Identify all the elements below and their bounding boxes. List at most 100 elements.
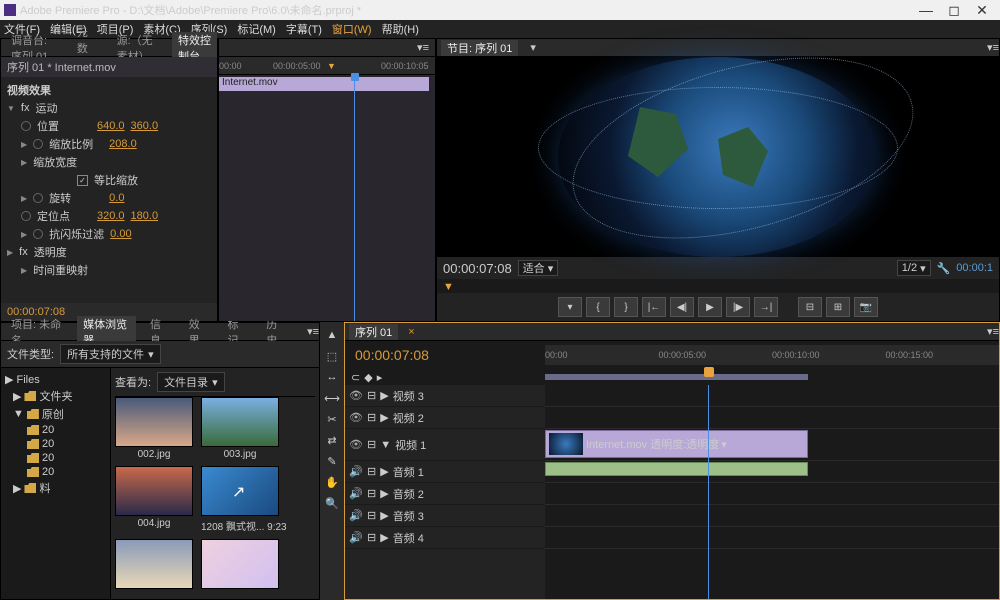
stopwatch-icon[interactable] bbox=[21, 211, 31, 221]
tab-sequence[interactable]: 序列 01 bbox=[349, 324, 398, 340]
go-to-out-button[interactable]: →| bbox=[754, 297, 778, 317]
menu-subtitle[interactable]: 字幕(T) bbox=[286, 21, 322, 37]
tree-item[interactable]: 原创 bbox=[42, 406, 64, 422]
go-to-in-button[interactable]: |← bbox=[642, 297, 666, 317]
timeline-ruler[interactable]: 00:00 00:00:05:00 00:00:10:00 00:00:15:0… bbox=[545, 345, 999, 365]
motion-label[interactable]: 运动 bbox=[35, 100, 89, 116]
program-timecode[interactable]: 00:00:07:08 bbox=[443, 261, 512, 276]
speaker-icon[interactable]: 🔊 bbox=[349, 509, 363, 522]
collapse-icon[interactable]: ⊟ bbox=[367, 465, 376, 478]
uniform-scale-checkbox[interactable]: ✓ bbox=[77, 175, 88, 186]
panel-menu-icon[interactable]: ▾≡ bbox=[307, 325, 319, 338]
collapse-icon[interactable]: ⊟ bbox=[367, 389, 376, 402]
slip-tool[interactable]: ⇄ bbox=[323, 431, 341, 449]
tree-item[interactable]: 20 bbox=[42, 452, 54, 464]
fit-dropdown[interactable]: 适合▾ bbox=[518, 260, 559, 276]
tree-item[interactable]: 料 bbox=[39, 480, 50, 496]
resolution-dropdown[interactable]: 1/2▾ bbox=[897, 260, 931, 276]
panel-menu-icon[interactable]: ▾≡ bbox=[987, 325, 999, 338]
position-x[interactable]: 640.0 bbox=[97, 120, 125, 132]
program-viewport[interactable] bbox=[437, 57, 999, 257]
speaker-icon[interactable]: 🔊 bbox=[349, 531, 363, 544]
anchor-x[interactable]: 320.0 bbox=[97, 210, 125, 222]
keyframe-clip[interactable]: Internet.mov bbox=[219, 77, 429, 91]
timeline-timecode[interactable]: 00:00:07:08 bbox=[345, 341, 545, 369]
marker-button[interactable]: ▾ bbox=[558, 297, 582, 317]
audio-clip[interactable] bbox=[545, 462, 808, 476]
tree-item[interactable]: 文件夹 bbox=[39, 388, 72, 404]
folder-tree[interactable]: ▶Files ▶文件夹 ▼原创 20 20 20 20 ▶料 bbox=[1, 368, 111, 599]
position-y[interactable]: 360.0 bbox=[131, 120, 159, 132]
razor-tool[interactable]: ✂ bbox=[323, 410, 341, 428]
collapse-icon[interactable]: ⊟ bbox=[367, 509, 376, 522]
in-point-button[interactable]: { bbox=[586, 297, 610, 317]
media-thumb[interactable]: 002.jpg bbox=[115, 397, 193, 460]
selection-tool[interactable]: ▲ bbox=[323, 326, 341, 344]
stopwatch-icon[interactable] bbox=[33, 193, 43, 203]
eye-icon[interactable]: 👁 bbox=[349, 389, 363, 402]
media-thumb[interactable]: ↗1208 飘式视... 9:23 bbox=[201, 466, 287, 533]
in-marker-icon[interactable]: ▼ bbox=[443, 281, 454, 293]
step-back-button[interactable]: ◀| bbox=[670, 297, 694, 317]
zoom-tool[interactable]: 🔍 bbox=[323, 494, 341, 512]
collapse-icon[interactable]: ⊟ bbox=[367, 487, 376, 500]
scale-value[interactable]: 208.0 bbox=[109, 138, 137, 150]
speaker-icon[interactable]: 🔊 bbox=[349, 465, 363, 478]
step-forward-button[interactable]: |▶ bbox=[726, 297, 750, 317]
pen-tool[interactable]: ✎ bbox=[323, 452, 341, 470]
hand-tool[interactable]: ✋ bbox=[323, 473, 341, 491]
marker-icon[interactable]: ◆ bbox=[364, 371, 372, 384]
panel-menu-icon[interactable]: ▾≡ bbox=[417, 41, 429, 54]
tree-item[interactable]: Files bbox=[16, 374, 39, 386]
eye-icon[interactable]: 👁 bbox=[349, 411, 363, 424]
viewas-dropdown[interactable]: 文件目录▾ bbox=[157, 372, 225, 392]
lift-button[interactable]: ⊟ bbox=[798, 297, 822, 317]
media-thumb[interactable]: 003.jpg bbox=[201, 397, 279, 460]
play-button[interactable]: ▶ bbox=[698, 297, 722, 317]
timeline-playhead[interactable] bbox=[708, 385, 709, 599]
settings-icon[interactable]: 🔧 bbox=[937, 262, 951, 275]
flicker-value[interactable]: 0.00 bbox=[110, 228, 131, 240]
eye-icon[interactable]: 👁 bbox=[349, 438, 363, 451]
track-select-tool[interactable]: ⬚ bbox=[323, 347, 341, 365]
media-thumb[interactable] bbox=[201, 539, 279, 589]
rotation-value[interactable]: 0.0 bbox=[109, 192, 124, 204]
ripple-edit-tool[interactable]: ↔ bbox=[323, 368, 341, 386]
extract-button[interactable]: ⊞ bbox=[826, 297, 850, 317]
tree-item[interactable]: 20 bbox=[42, 424, 54, 436]
tab-program[interactable]: 节目: 序列 01 bbox=[441, 40, 518, 56]
track-label[interactable]: 视频 2 bbox=[393, 410, 424, 426]
track-label[interactable]: 音频 1 bbox=[393, 464, 424, 480]
maximize-button[interactable]: ◻ bbox=[940, 2, 968, 19]
rate-stretch-tool[interactable]: ⟷ bbox=[323, 389, 341, 407]
filetype-dropdown[interactable]: 所有支持的文件▾ bbox=[60, 344, 161, 364]
out-point-button[interactable]: } bbox=[614, 297, 638, 317]
track-label[interactable]: 音频 4 bbox=[393, 530, 424, 546]
menu-help[interactable]: 帮助(H) bbox=[382, 21, 419, 37]
media-thumb[interactable] bbox=[115, 539, 193, 589]
track-label[interactable]: 视频 3 bbox=[393, 388, 424, 404]
close-button[interactable]: ✕ bbox=[968, 2, 996, 19]
menu-marker[interactable]: 标记(M) bbox=[237, 21, 276, 37]
stopwatch-icon[interactable] bbox=[33, 229, 43, 239]
track-label[interactable]: 视频 1 bbox=[395, 437, 426, 453]
stopwatch-icon[interactable] bbox=[21, 121, 31, 131]
collapse-icon[interactable]: ⊟ bbox=[367, 411, 376, 424]
media-thumb[interactable]: 004.jpg bbox=[115, 466, 193, 533]
menu-window[interactable]: 窗口(W) bbox=[332, 21, 372, 37]
tree-item[interactable]: 20 bbox=[42, 438, 54, 450]
time-remap-label[interactable]: 时间重映射 bbox=[33, 262, 88, 278]
track-label[interactable]: 音频 3 bbox=[393, 508, 424, 524]
sync-lock-icon[interactable]: ▸ bbox=[377, 371, 383, 384]
minimize-button[interactable]: — bbox=[912, 2, 940, 18]
track-label[interactable]: 音频 2 bbox=[393, 486, 424, 502]
snap-icon[interactable]: ⊂ bbox=[351, 371, 360, 384]
video-clip[interactable]: Internet.mov 透明度:透明度▾ bbox=[545, 430, 808, 458]
tree-item[interactable]: 20 bbox=[42, 466, 54, 478]
keyframe-ruler[interactable]: 00:00 00:00:05:00 ▼ 00:00:10:05 bbox=[219, 57, 435, 75]
collapse-icon[interactable]: ⊟ bbox=[367, 438, 376, 451]
export-frame-button[interactable]: 📷 bbox=[854, 297, 878, 317]
work-area-bar[interactable] bbox=[545, 374, 808, 380]
stopwatch-icon[interactable] bbox=[33, 139, 43, 149]
anchor-y[interactable]: 180.0 bbox=[131, 210, 159, 222]
